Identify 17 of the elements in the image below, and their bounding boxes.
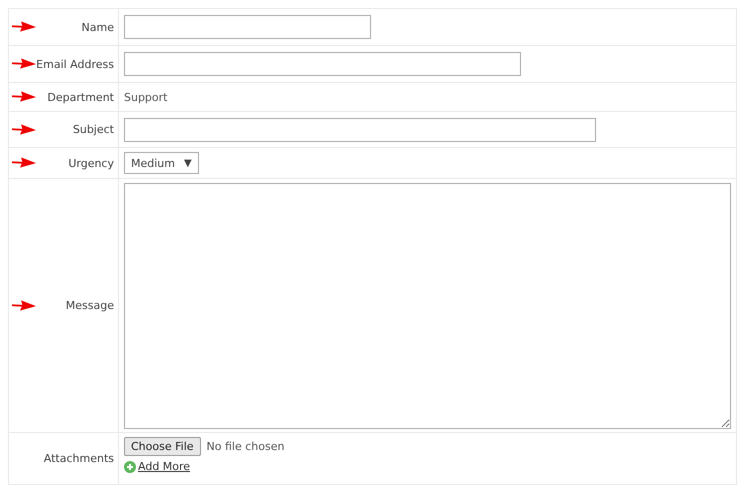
input-field[interactable] [124,52,521,76]
file-status: No file chosen [206,440,284,453]
add-more-link[interactable]: Add More [138,460,190,473]
field-label: Subject [72,123,114,136]
field-label: Name [82,20,114,34]
plus-icon[interactable] [124,460,136,472]
field-label: Email Address [36,58,114,70]
field-value: Support [124,90,168,104]
field-label: Message [66,299,114,312]
input-field[interactable] [124,15,371,39]
message-field[interactable] [124,182,731,428]
field-label: Urgency [68,156,114,170]
field-label: Department [47,90,114,104]
urgency-dropdown[interactable]: Medium ▼ [124,152,199,174]
input-field[interactable] [124,118,596,142]
choose-file-button[interactable]: Choose File [124,437,201,456]
field-label: Attachments [44,452,114,465]
